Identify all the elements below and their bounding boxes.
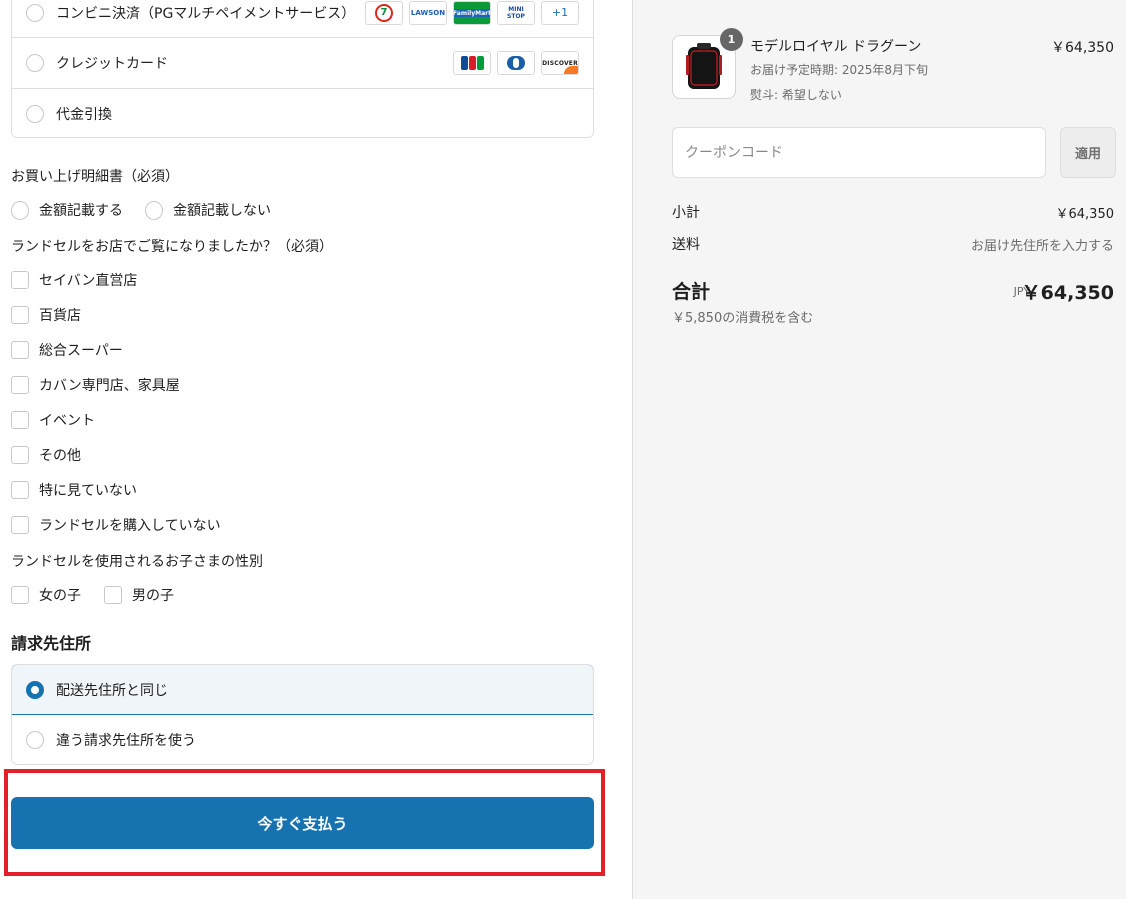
- child-gender-option-boy[interactable]: 男の子: [104, 585, 174, 605]
- quantity-badge: 1: [720, 28, 743, 51]
- order-summary-panel: 1 モデルロイヤル ドラグーン ￥64,350 お届け予定時期: 2025年8月…: [632, 0, 1126, 899]
- checkout-form-panel: コンビニ決済（PGマルチペイメントサービス） 7 LAWSON FamilyMa…: [0, 0, 632, 899]
- konbini-logos: 7 LAWSON FamilyMart MINI STOP +1: [365, 0, 579, 25]
- payment-radio-cod[interactable]: [26, 105, 44, 123]
- store-seen-option-label: 特に見ていない: [39, 483, 137, 499]
- discover-logo-icon: DISCOVER: [541, 51, 579, 75]
- billing-radio-same[interactable]: [26, 680, 44, 699]
- diners-logo-icon: [497, 51, 535, 75]
- store-seen-checkbox[interactable]: [11, 516, 29, 534]
- product-price: ￥64,350: [1051, 40, 1114, 56]
- store-seen-option[interactable]: イベント: [11, 410, 95, 430]
- child-gender-question-label: ランドセルを使用されるお子さまの性別: [11, 554, 263, 570]
- store-seen-checkbox[interactable]: [11, 446, 29, 464]
- billing-option-different[interactable]: 違う請求先住所を使う: [12, 715, 593, 764]
- delivery-estimate: お届け予定時期: 2025年8月下旬: [750, 63, 929, 77]
- payment-option-label: コンビニ決済（PGマルチペイメントサービス）: [56, 5, 356, 22]
- store-seen-option-label: 総合スーパー: [39, 343, 123, 359]
- store-seen-option[interactable]: 特に見ていない: [11, 480, 137, 500]
- receipt-option-label: 金額記載しない: [173, 203, 271, 219]
- store-seen-option-label: イベント: [39, 413, 95, 429]
- jcb-logo-icon: [453, 51, 491, 75]
- child-gender-checkbox[interactable]: [11, 586, 29, 604]
- store-seen-checkbox[interactable]: [11, 341, 29, 359]
- receipt-option-label: 金額記載する: [39, 203, 123, 219]
- subtotal-value: ￥64,350: [1055, 207, 1115, 222]
- pay-now-button[interactable]: 今すぐ支払う: [11, 797, 594, 849]
- shipping-value: お届け先住所を入力する: [970, 239, 1114, 254]
- store-seen-checkbox[interactable]: [11, 306, 29, 324]
- receipt-radio[interactable]: [145, 200, 163, 220]
- store-seen-checkbox[interactable]: [11, 376, 29, 394]
- billing-address-title: 請求先住所: [11, 634, 92, 653]
- ministop-logo-icon: MINI STOP: [497, 0, 535, 25]
- child-gender-checkbox[interactable]: [104, 586, 122, 604]
- child-gender-option-label: 男の子: [132, 588, 174, 604]
- store-seen-option-label: その他: [39, 448, 81, 464]
- store-seen-option-label: カバン専門店、家具屋: [39, 378, 180, 394]
- card-logos: DISCOVER: [453, 51, 579, 75]
- store-seen-option-label: ランドセルを購入していない: [39, 518, 221, 534]
- billing-radio-different[interactable]: [26, 731, 44, 749]
- store-seen-option-label: セイバン直営店: [39, 273, 138, 289]
- store-seen-option[interactable]: 百貨店: [11, 305, 81, 325]
- noshi-option: 熨斗: 希望しない: [750, 88, 842, 102]
- store-seen-checkbox[interactable]: [11, 481, 29, 499]
- total-label: 合計: [672, 281, 711, 303]
- store-seen-option[interactable]: その他: [11, 445, 81, 465]
- subtotal-label: 小計: [672, 205, 700, 221]
- payment-option-label: クレジットカード: [56, 56, 168, 72]
- coupon-code-input[interactable]: [672, 127, 1046, 178]
- store-seen-option[interactable]: ランドセルを購入していない: [11, 515, 221, 535]
- store-seen-checkbox[interactable]: [11, 271, 29, 289]
- seven-eleven-logo-icon: 7: [365, 0, 403, 25]
- shipping-label: 送料: [672, 237, 700, 253]
- receipt-option-without-amount[interactable]: 金額記載しない: [145, 200, 271, 220]
- randoseru-bag-icon: [686, 43, 722, 89]
- billing-option-label: 配送先住所と同じ: [56, 682, 168, 699]
- store-seen-option[interactable]: カバン専門店、家具屋: [11, 375, 180, 395]
- payment-option-label: 代金引換: [56, 107, 112, 123]
- payment-option-credit-card[interactable]: クレジットカード DISCOVER: [12, 37, 593, 88]
- apply-coupon-button[interactable]: 適用: [1060, 127, 1116, 178]
- billing-option-label: 違う請求先住所を使う: [56, 733, 196, 749]
- billing-option-same[interactable]: 配送先住所と同じ: [12, 665, 593, 715]
- payment-option-konbini[interactable]: コンビニ決済（PGマルチペイメントサービス） 7 LAWSON FamilyMa…: [12, 0, 593, 38]
- total-value: ￥64,350: [1021, 282, 1114, 304]
- familymart-logo-icon: FamilyMart: [453, 0, 491, 25]
- store-seen-question-label: ランドセルをお店でご覧になりましたか？（必須）: [11, 239, 333, 255]
- store-seen-option-label: 百貨店: [39, 308, 81, 324]
- more-logos-icon: +1: [541, 0, 579, 25]
- store-seen-option[interactable]: セイバン直営店: [11, 270, 137, 290]
- child-gender-option-girl[interactable]: 女の子: [11, 585, 81, 605]
- payment-method-list: コンビニ決済（PGマルチペイメントサービス） 7 LAWSON FamilyMa…: [11, 0, 594, 138]
- payment-radio-credit-card[interactable]: [26, 54, 44, 72]
- payment-radio-konbini[interactable]: [26, 3, 44, 22]
- receipt-option-with-amount[interactable]: 金額記載する: [11, 200, 123, 220]
- lawson-logo-icon: LAWSON: [409, 0, 447, 25]
- billing-address-options: 配送先住所と同じ 違う請求先住所を使う: [11, 664, 594, 765]
- store-seen-option[interactable]: 総合スーパー: [11, 340, 123, 360]
- child-gender-option-label: 女の子: [39, 588, 81, 604]
- product-name: モデルロイヤル ドラグーン: [750, 39, 922, 55]
- receipt-question-label: お買い上げ明細書（必須）: [11, 169, 179, 185]
- tax-note: ￥5,850の消費税を含む: [672, 311, 814, 326]
- payment-option-cod[interactable]: 代金引換: [12, 88, 593, 139]
- store-seen-checkbox[interactable]: [11, 411, 29, 429]
- receipt-radio[interactable]: [11, 200, 29, 220]
